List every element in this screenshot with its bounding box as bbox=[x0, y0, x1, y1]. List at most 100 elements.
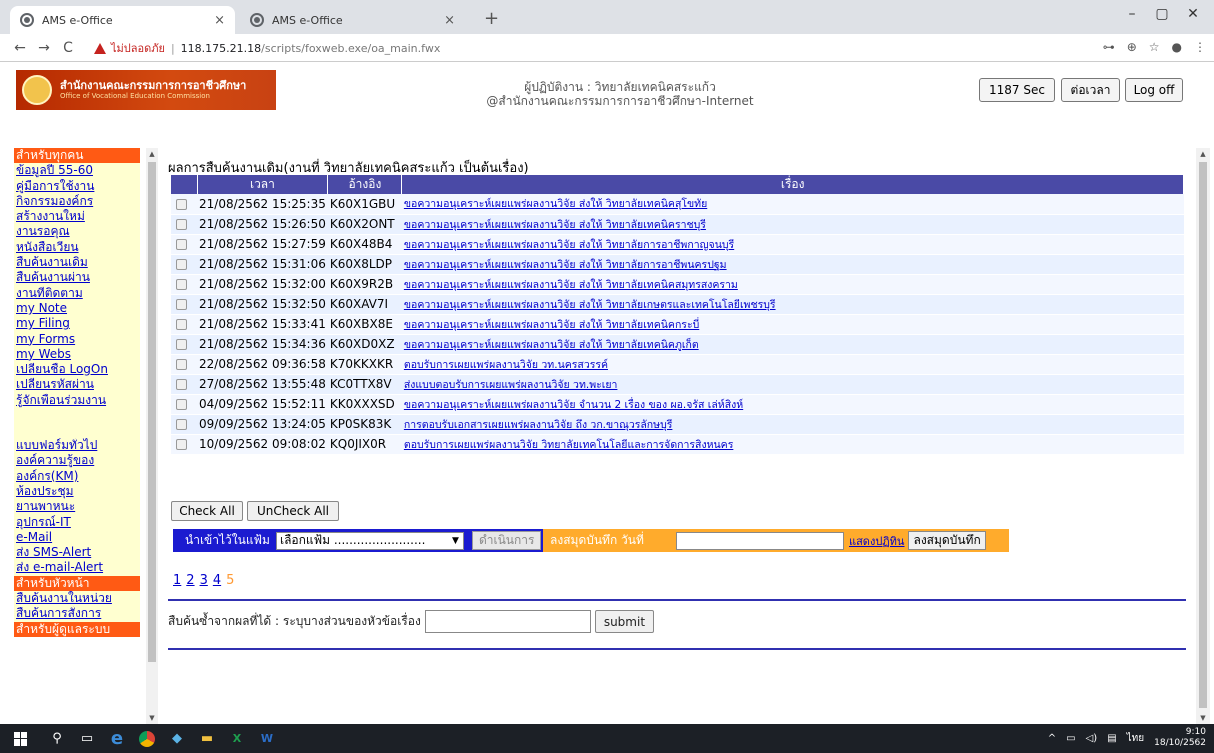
sidebar-link[interactable]: my Forms bbox=[14, 331, 140, 347]
row-checkbox[interactable] bbox=[176, 198, 187, 210]
close-icon[interactable]: × bbox=[214, 13, 225, 28]
close-icon[interactable]: × bbox=[444, 13, 455, 28]
address-bar[interactable]: ไม่ปลอดภัย | 118.175.21.18 /scripts/foxw… bbox=[94, 37, 1124, 59]
profile-icon[interactable]: ● bbox=[1172, 40, 1182, 54]
sidebar-link[interactable]: หนังสือเวียน bbox=[14, 239, 140, 256]
page-link-1[interactable]: 1 bbox=[173, 573, 181, 588]
uncheck-all-button[interactable]: UnCheck All bbox=[247, 501, 339, 521]
sidebar-link[interactable]: แบบฟอร์มทั่วไป bbox=[14, 438, 140, 454]
row-subject-link[interactable]: ขอความอนุเคราะห์เผยแพร่ผลงานวิจัย ส่งให้… bbox=[404, 319, 699, 331]
submit-button[interactable]: submit bbox=[594, 610, 655, 633]
sidebar-link[interactable]: อุปกรณ์-IT bbox=[14, 514, 140, 530]
sidebar-link[interactable]: เปลี่ยนชื่อ LogOn bbox=[14, 362, 140, 378]
maximize-button[interactable]: ▢ bbox=[1152, 6, 1172, 22]
sidebar-link[interactable]: สืบค้นงานผ่าน bbox=[14, 270, 140, 286]
task-view-icon[interactable]: ▭ bbox=[72, 724, 102, 753]
sidebar-link[interactable]: ห้องประชุม bbox=[14, 483, 140, 500]
search-icon[interactable]: ⚲ bbox=[42, 724, 72, 753]
row-subject-link[interactable]: ขอความอนุเคราะห์เผยแพร่ผลงานวิจัย ส่งให้… bbox=[404, 279, 738, 291]
logoff-button[interactable]: Log off bbox=[1125, 78, 1183, 102]
sidebar-link[interactable]: my Webs bbox=[14, 346, 140, 363]
execute-button[interactable]: ดำเนินการ bbox=[471, 531, 542, 550]
scroll-down-icon[interactable]: ▼ bbox=[1197, 714, 1209, 722]
sidebar-link[interactable]: สร้างงานใหม่ bbox=[14, 209, 140, 225]
language-indicator[interactable]: ไทย bbox=[1127, 731, 1144, 746]
sidebar-link[interactable]: องค์กร(KM) bbox=[14, 468, 140, 484]
scrollbar-thumb[interactable] bbox=[148, 162, 156, 662]
sidebar-link[interactable]: งานที่ติดตาม bbox=[14, 285, 140, 301]
menu-icon[interactable]: ⋮ bbox=[1194, 40, 1206, 54]
row-checkbox[interactable] bbox=[176, 279, 187, 290]
row-checkbox[interactable] bbox=[176, 339, 187, 350]
sidebar-link[interactable]: ข้อมูลปี 55-60 bbox=[14, 163, 140, 179]
page-scrollbar[interactable]: ▲ ▼ bbox=[1196, 148, 1210, 724]
sidebar-scrollbar[interactable]: ▲ ▼ bbox=[146, 148, 158, 724]
note-date-input[interactable] bbox=[676, 531, 844, 550]
sidebar-link[interactable]: สืบค้นการสั่งการ bbox=[14, 606, 140, 622]
row-checkbox[interactable] bbox=[176, 319, 187, 330]
sidebar-link[interactable]: my Note bbox=[14, 300, 140, 317]
page-link-3[interactable]: 3 bbox=[200, 573, 208, 588]
tray-chevron-icon[interactable]: ^ bbox=[1048, 733, 1056, 744]
check-all-button[interactable]: Check All bbox=[171, 501, 243, 521]
sidebar-link[interactable]: ยานพาหนะ bbox=[14, 499, 140, 515]
star-icon[interactable]: ☆ bbox=[1149, 40, 1160, 54]
save-note-button[interactable]: ลงสมุดบันทึก bbox=[908, 531, 986, 550]
row-subject-link[interactable]: ตอบรับการเผยแพร่ผลงานวิจัย วิทยาลัยเทคโน… bbox=[404, 439, 733, 451]
row-checkbox[interactable] bbox=[176, 239, 187, 250]
row-subject-link[interactable]: ตอบรับการเผยแพร่ผลงานวิจัย วท.นครสวรรค์ bbox=[404, 359, 608, 371]
search-input[interactable] bbox=[424, 610, 591, 633]
sidebar-link[interactable]: คู่มือการใช้งาน bbox=[14, 178, 140, 194]
row-checkbox[interactable] bbox=[176, 399, 187, 410]
row-checkbox[interactable] bbox=[176, 419, 187, 430]
app-icon[interactable]: ◆ bbox=[162, 724, 192, 753]
row-checkbox[interactable] bbox=[176, 439, 187, 450]
new-tab-button[interactable]: + bbox=[484, 8, 499, 29]
sidebar-link[interactable]: องค์ความรู้ของ bbox=[14, 453, 140, 469]
word-icon[interactable]: W bbox=[252, 724, 282, 753]
row-checkbox[interactable] bbox=[176, 259, 187, 270]
sidebar-link[interactable]: งานรอคุณ bbox=[14, 224, 140, 240]
sidebar-link[interactable]: สืบค้นงานเดิม bbox=[14, 255, 140, 271]
excel-icon[interactable]: X bbox=[222, 724, 252, 753]
sidebar-link[interactable]: กิจกรรมองค์กร bbox=[14, 193, 140, 210]
row-subject-link[interactable]: ขอความอนุเคราะห์เผยแพร่ผลงานวิจัย ส่งให้… bbox=[404, 339, 699, 351]
row-subject-link[interactable]: ส่งแบบตอบรับการเผยแพร่ผลงานวิจัย วท.พะเย… bbox=[404, 379, 618, 391]
row-subject-link[interactable]: ขอความอนุเคราะห์เผยแพร่ผลงานวิจัย ส่งให้… bbox=[404, 198, 707, 210]
row-subject-link[interactable]: ขอความอนุเคราะห์เผยแพร่ผลงานวิจัย ส่งให้… bbox=[404, 299, 776, 311]
sidebar-link[interactable]: ส่ง e-mail-Alert bbox=[14, 560, 140, 576]
folder-select[interactable]: เลือกแฟ้ม ........................ ▼ bbox=[275, 531, 464, 550]
minimize-button[interactable]: – bbox=[1122, 6, 1142, 22]
start-button[interactable] bbox=[0, 724, 42, 753]
sidebar-link[interactable]: ส่ง SMS-Alert bbox=[14, 545, 140, 561]
reload-button[interactable]: C bbox=[56, 40, 80, 56]
sidebar-link[interactable]: my Filing bbox=[14, 316, 140, 332]
scroll-down-icon[interactable]: ▼ bbox=[146, 714, 158, 722]
edge-icon[interactable]: e bbox=[102, 724, 132, 753]
volume-icon[interactable]: ◁) bbox=[1086, 733, 1098, 744]
row-subject-link[interactable]: ขอความอนุเคราะห์เผยแพร่ผลงานวิจัย จำนวน … bbox=[404, 399, 743, 411]
show-calendar-link[interactable]: แสดงปฏิทิน bbox=[849, 532, 904, 550]
row-checkbox[interactable] bbox=[176, 359, 187, 370]
notification-icon[interactable]: ▤ bbox=[1107, 733, 1116, 744]
sidebar-link[interactable]: สืบค้นงานในหน่วย bbox=[14, 591, 140, 607]
chrome-icon[interactable] bbox=[132, 724, 162, 753]
row-checkbox[interactable] bbox=[176, 219, 187, 230]
forward-button[interactable]: → bbox=[32, 40, 56, 56]
page-link-2[interactable]: 2 bbox=[186, 573, 194, 588]
browser-tab-1[interactable]: AMS e-Office × bbox=[10, 6, 235, 34]
sidebar-link[interactable]: รู้จักเพื่อนร่วมงาน bbox=[14, 392, 140, 409]
row-checkbox[interactable] bbox=[176, 379, 187, 390]
close-window-button[interactable]: ✕ bbox=[1183, 6, 1203, 22]
zoom-icon[interactable]: ⊕ bbox=[1127, 40, 1137, 54]
sidebar-link[interactable]: e-Mail bbox=[14, 529, 140, 546]
row-subject-link[interactable]: ขอความอนุเคราะห์เผยแพร่ผลงานวิจัย ส่งให้… bbox=[404, 219, 706, 231]
browser-tab-2[interactable]: AMS e-Office × bbox=[240, 6, 465, 34]
sidebar-link[interactable]: เปลี่ยนรหัสผ่าน bbox=[14, 377, 140, 393]
row-subject-link[interactable]: ขอความอนุเคราะห์เผยแพร่ผลงานวิจัย ส่งให้… bbox=[404, 259, 727, 271]
file-explorer-icon[interactable]: ▬ bbox=[192, 724, 222, 753]
key-icon[interactable]: ⊶ bbox=[1103, 40, 1115, 54]
page-link-4[interactable]: 4 bbox=[213, 573, 221, 588]
back-button[interactable]: ← bbox=[8, 40, 32, 56]
extend-time-button[interactable]: ต่อเวลา bbox=[1061, 78, 1120, 102]
